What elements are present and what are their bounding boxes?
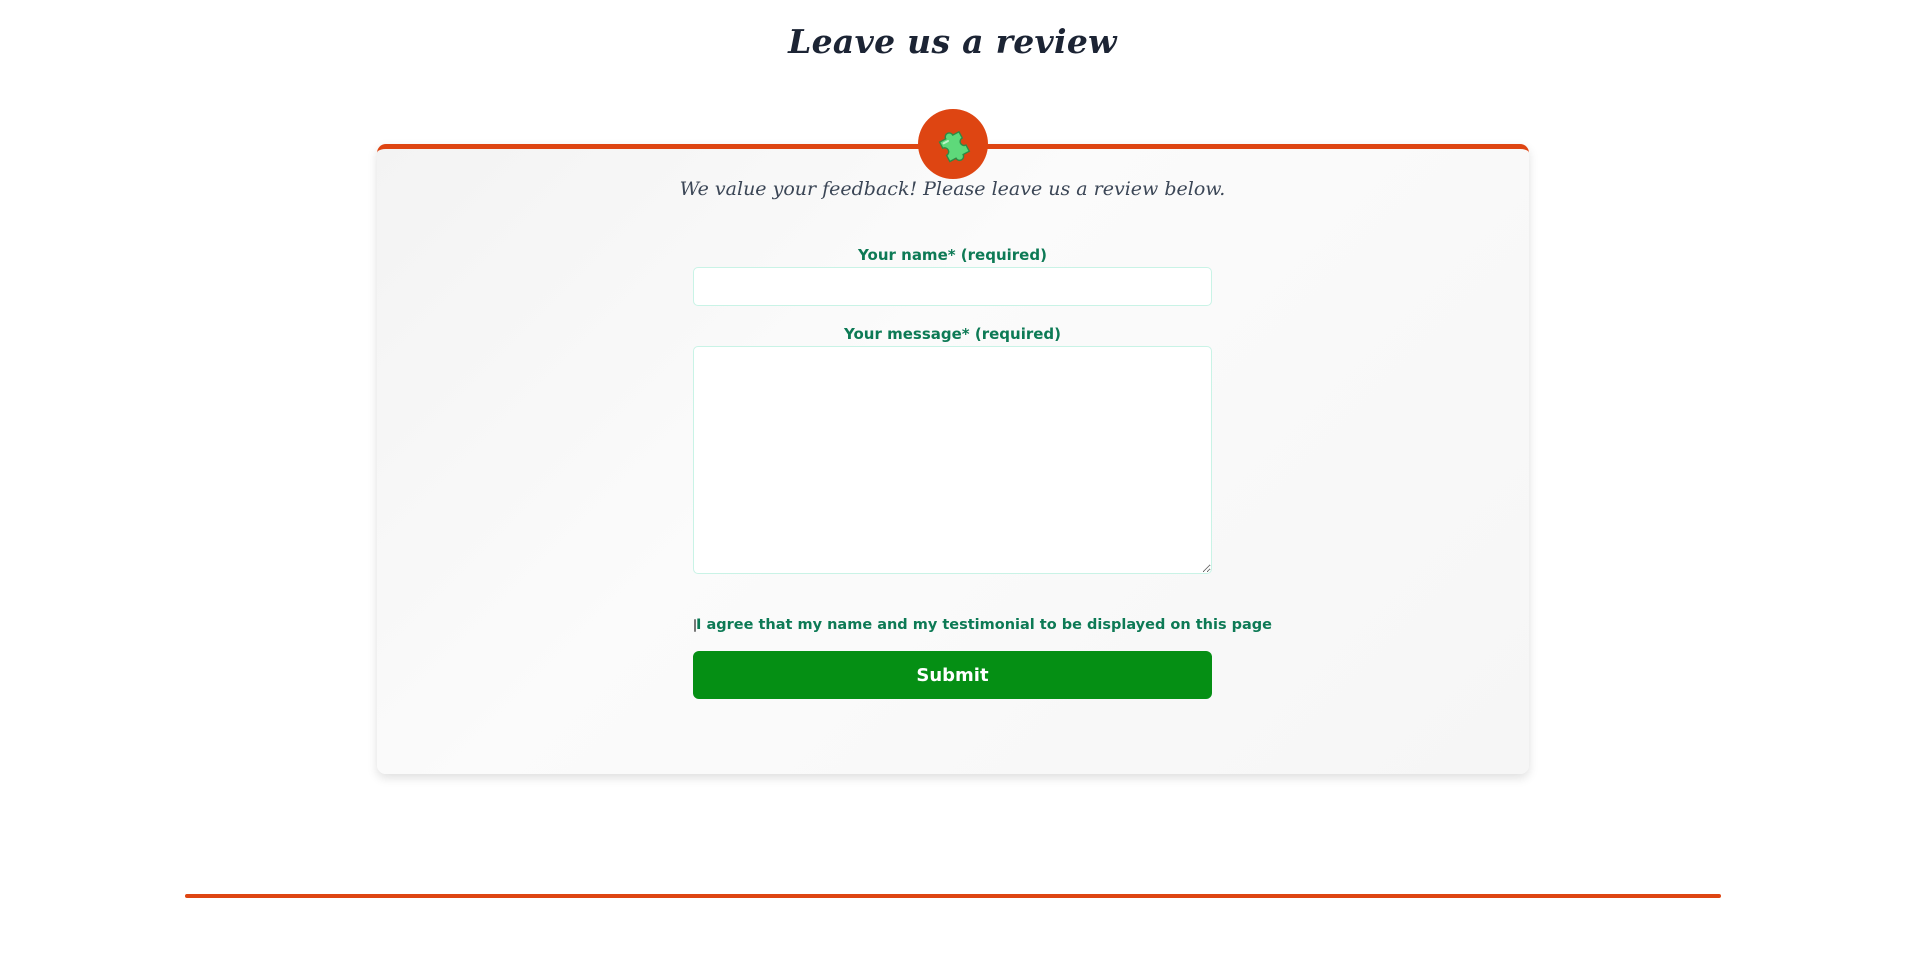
name-field-label: Your name* (required) (858, 246, 1047, 264)
message-textarea[interactable] (693, 346, 1212, 574)
puzzle-piece-icon (938, 130, 971, 163)
review-page: Leave us a review We value your feedback… (0, 0, 1905, 967)
agree-row: I agree that my name and my testimonial … (693, 614, 1272, 636)
message-field-label: Your message* (required) (844, 325, 1061, 343)
page-title: Leave us a review (788, 22, 1117, 61)
intro-text: We value your feedback! Please leave us … (679, 178, 1226, 200)
footer-divider (185, 894, 1721, 898)
review-badge (918, 109, 988, 179)
agree-label[interactable]: I agree that my name and my testimonial … (696, 617, 1272, 633)
name-input[interactable] (693, 267, 1212, 306)
submit-button[interactable]: Submit (693, 651, 1212, 699)
